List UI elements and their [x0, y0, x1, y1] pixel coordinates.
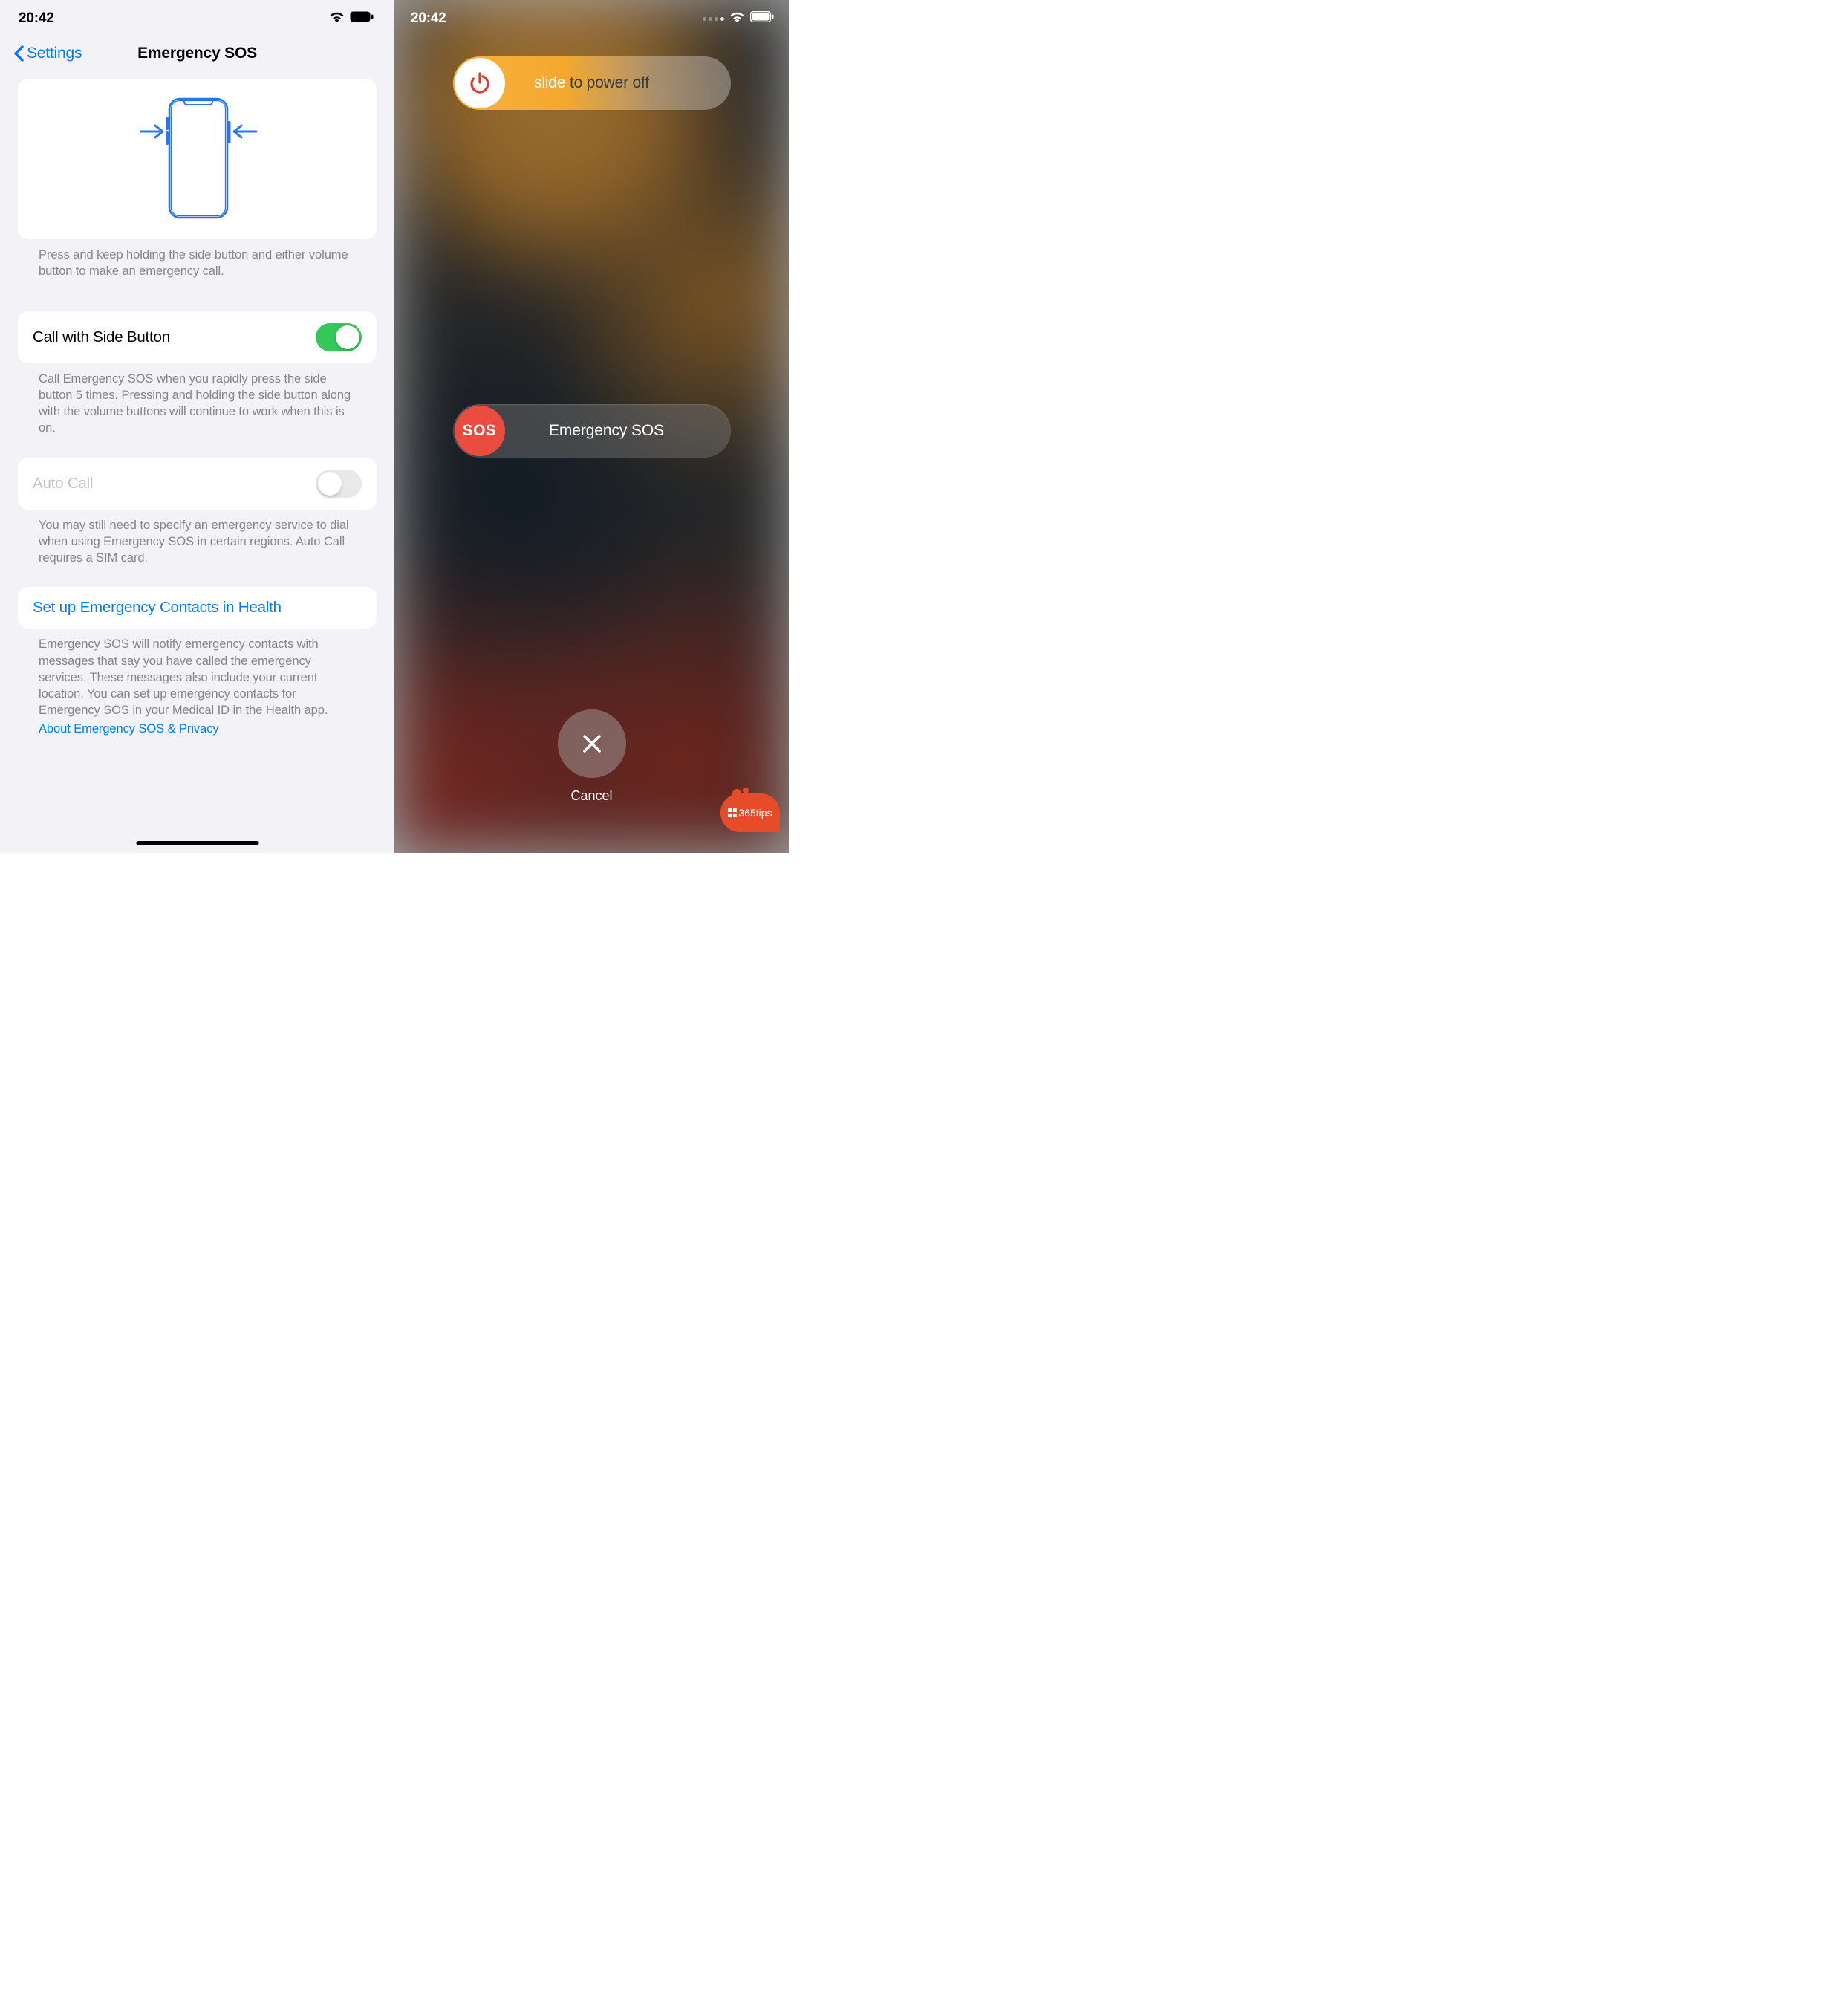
battery-icon [750, 11, 774, 26]
call-side-row: Call with Side Button [18, 311, 377, 363]
close-icon [579, 731, 605, 756]
auto-call-row: Auto Call [18, 458, 377, 510]
setup-contacts-row[interactable]: Set up Emergency Contacts in Health [18, 587, 377, 629]
status-time: 20:42 [411, 10, 446, 27]
auto-call-toggle[interactable] [316, 470, 362, 498]
auto-call-label: Auto Call [33, 475, 93, 493]
power-icon [467, 71, 492, 96]
cancel-label: Cancel [558, 788, 626, 804]
privacy-link[interactable]: About Emergency SOS & Privacy [39, 721, 356, 737]
status-bar: 20:42 [394, 0, 789, 37]
status-bar: 20:42 [0, 0, 394, 37]
chevron-left-icon [13, 45, 25, 62]
cancel-button[interactable] [558, 709, 626, 778]
wifi-icon [729, 11, 745, 26]
settings-pane: 20:42 Settings Emergency SOS [0, 0, 394, 853]
home-indicator[interactable] [136, 841, 258, 845]
side-button-diagram-icon [123, 96, 272, 222]
setup-contacts-link: Set up Emergency Contacts in Health [33, 599, 282, 617]
auto-call-caption: You may still need to specify an emergen… [18, 510, 377, 567]
watermark-badge: 365tips [720, 793, 780, 832]
diagram-caption: Press and keep holding the side button a… [18, 239, 377, 280]
status-icons [703, 11, 774, 26]
battery-icon [350, 11, 374, 26]
nav-bar: Settings Emergency SOS [0, 37, 394, 79]
call-side-label: Call with Side Button [33, 328, 170, 346]
emergency-sos-slider[interactable]: Emergency SOS SOS [453, 404, 731, 458]
back-label: Settings [27, 45, 82, 62]
status-time: 20:42 [19, 10, 54, 27]
emergency-sos-label: Emergency SOS [453, 422, 731, 440]
back-button[interactable]: Settings [13, 45, 82, 62]
watermark-logo-icon [728, 808, 737, 817]
cancel-area: Cancel [558, 709, 626, 804]
power-off-knob[interactable] [455, 58, 505, 108]
wifi-icon [329, 11, 345, 26]
page-title: Emergency SOS [137, 45, 257, 62]
diagram-card [18, 79, 377, 239]
power-off-slider[interactable]: slide to power off [453, 56, 731, 110]
contacts-caption: Emergency SOS will notify emergency cont… [18, 629, 377, 737]
watermark-text: 365tips [738, 807, 772, 819]
call-side-toggle[interactable] [316, 323, 362, 351]
call-side-caption: Call Emergency SOS when you rapidly pres… [18, 363, 377, 437]
paging-dots-icon [703, 17, 724, 21]
power-off-pane: 20:42 slide to power off [394, 0, 789, 853]
status-icons [329, 11, 374, 26]
